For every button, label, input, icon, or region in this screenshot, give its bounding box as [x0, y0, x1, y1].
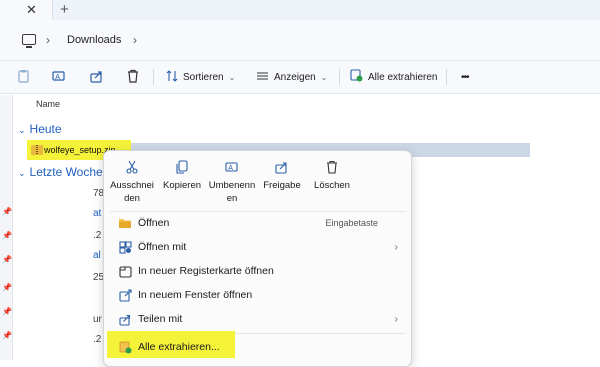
menu-divider: [110, 211, 405, 212]
group-header-last-week[interactable]: ⌄ Letzte Woche: [18, 165, 103, 179]
folder-icon: [118, 216, 132, 230]
copy-label: Kopieren: [162, 180, 202, 191]
list-item-fragment: .2: [93, 334, 102, 345]
breadcrumb-downloads[interactable]: Downloads: [67, 34, 121, 46]
tab-bar: ✕ +: [0, 0, 600, 20]
group-header-today[interactable]: ⌄ Heute: [18, 122, 62, 136]
menu-item-open-new-window[interactable]: In neuem Fenster öffnen: [114, 285, 404, 305]
sort-label: Sortieren: [183, 71, 224, 83]
chevron-right-icon[interactable]: ›: [46, 33, 50, 47]
zip-file-icon: [31, 145, 43, 155]
menu-item-open[interactable]: Öffnen Eingabetaste: [114, 213, 404, 233]
pin-icon[interactable]: 📌: [2, 231, 12, 240]
paste-icon[interactable]: [15, 67, 33, 85]
toolbar-divider: [446, 69, 447, 85]
pin-icon[interactable]: 📌: [2, 255, 12, 264]
copy-button[interactable]: Kopieren: [157, 151, 207, 207]
view-button[interactable]: Anzeigen ⌄: [256, 68, 327, 86]
context-menu: Ausschnei den Kopieren A Umbenenn en Fre…: [103, 150, 412, 367]
menu-item-extract-all[interactable]: Alle extrahieren...: [114, 337, 404, 357]
group-last-week-label: Letzte Woche: [29, 165, 103, 179]
chevron-down-icon: ⌄: [18, 125, 26, 135]
navigation-pane[interactable]: 📌 📌 📌 📌 📌 📌: [0, 95, 13, 360]
new-tab-icon[interactable]: +: [60, 1, 69, 18]
chevron-down-icon: ⌄: [320, 72, 328, 82]
extract-all-label: Alle extrahieren: [368, 71, 438, 83]
pin-icon[interactable]: 📌: [2, 307, 12, 316]
rename-button[interactable]: A Umbenenn en: [207, 151, 257, 207]
delete-icon[interactable]: [124, 67, 142, 85]
group-today-label: Heute: [29, 122, 62, 136]
new-tab-icon: [118, 264, 132, 278]
menu-item-open-shortcut: Eingabetaste: [325, 218, 378, 228]
view-label: Anzeigen: [274, 71, 316, 83]
share-icon: [274, 159, 290, 175]
sort-icon: [166, 69, 178, 85]
open-with-icon: [118, 240, 132, 254]
menu-item-open-new-tab[interactable]: In neuer Registerkarte öffnen: [114, 261, 404, 281]
more-options-icon[interactable]: •••: [461, 68, 469, 86]
rename-icon[interactable]: A: [50, 67, 68, 85]
view-icon: [256, 70, 269, 85]
chevron-right-icon[interactable]: ›: [133, 33, 137, 47]
sort-button[interactable]: Sortieren ⌄: [166, 68, 235, 86]
cut-label: Ausschnei den: [110, 180, 154, 204]
address-bar[interactable]: › Downloads ›: [0, 20, 600, 61]
pin-icon[interactable]: 📌: [2, 283, 12, 292]
menu-item-extract-all-label: Alle extrahieren...: [138, 341, 220, 353]
extract-icon: [350, 69, 363, 85]
menu-item-share-with-label: Teilen mit: [138, 313, 183, 325]
svg-text:A: A: [228, 165, 233, 172]
extract-icon: [118, 340, 132, 354]
list-item-fragment: at: [93, 208, 102, 219]
menu-item-open-with[interactable]: Öffnen mit ›: [114, 237, 404, 257]
menu-item-open-with-label: Öffnen mit: [138, 241, 187, 253]
share-icon[interactable]: [88, 67, 106, 85]
delete-button[interactable]: Löschen: [307, 151, 357, 207]
copy-icon: [174, 159, 190, 175]
chevron-down-icon: ⌄: [228, 72, 236, 82]
menu-item-share-with[interactable]: Teilen mit ›: [114, 309, 404, 329]
list-item-fragment: ur: [93, 314, 102, 325]
rename-icon: A: [224, 159, 240, 175]
tab-downloads[interactable]: ✕: [0, 0, 53, 20]
list-item-fragment: .2: [93, 230, 102, 241]
chevron-down-icon: ⌄: [18, 168, 26, 178]
share-button[interactable]: Freigabe: [257, 151, 307, 207]
trash-icon: [324, 159, 340, 175]
menu-item-open-label: Öffnen: [138, 217, 170, 229]
pin-icon[interactable]: 📌: [2, 207, 12, 216]
command-bar: A Sortieren ⌄ Anzeigen ⌄ Alle extrahiere…: [0, 61, 600, 94]
new-window-icon: [118, 288, 132, 302]
delete-label: Löschen: [314, 180, 350, 191]
this-pc-icon[interactable]: [22, 34, 36, 48]
list-item-fragment: al: [93, 250, 101, 261]
rename-label: Umbenenn en: [208, 180, 256, 204]
svg-text:A: A: [55, 74, 60, 81]
close-tab-icon[interactable]: ✕: [26, 2, 37, 18]
chevron-right-icon: ›: [394, 313, 398, 325]
share-icon: [118, 312, 132, 326]
menu-item-open-new-tab-label: In neuer Registerkarte öffnen: [138, 265, 274, 277]
scissors-icon: [124, 159, 140, 175]
pin-icon[interactable]: 📌: [2, 331, 12, 340]
toolbar-divider: [339, 69, 340, 85]
extract-all-button[interactable]: Alle extrahieren: [350, 68, 437, 86]
toolbar-divider: [153, 69, 154, 85]
menu-item-open-new-window-label: In neuem Fenster öffnen: [138, 289, 253, 301]
share-label: Freigabe: [263, 180, 301, 191]
chevron-right-icon: ›: [394, 241, 398, 253]
cut-button[interactable]: Ausschnei den: [107, 151, 157, 207]
column-header-name[interactable]: Name: [36, 99, 60, 109]
